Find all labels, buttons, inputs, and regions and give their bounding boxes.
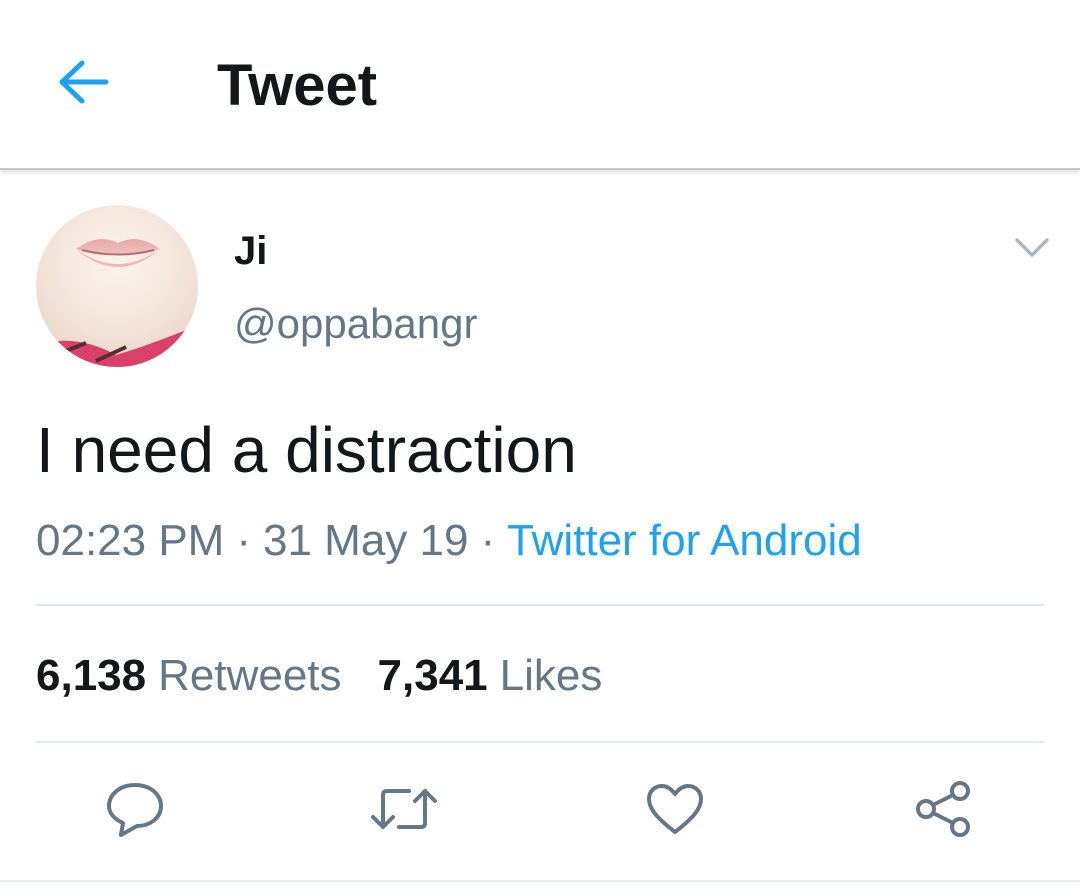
likes-stat[interactable]: 7,341 Likes <box>378 650 603 702</box>
tweet-stats: 6,138 Retweets 7,341 Likes <box>36 650 602 702</box>
back-button[interactable] <box>52 52 116 116</box>
page-title: Tweet <box>217 53 378 118</box>
tweet-date: 31 May 19 <box>263 516 469 565</box>
like-button[interactable] <box>639 775 711 847</box>
retweets-label: Retweets <box>158 651 342 700</box>
tweet-source-link[interactable]: Twitter for Android <box>507 516 862 565</box>
profile-photo <box>36 205 198 367</box>
tweet-menu-button[interactable] <box>1008 226 1056 274</box>
arrow-left-icon <box>58 60 110 109</box>
share-button[interactable] <box>908 775 980 847</box>
divider <box>36 604 1044 606</box>
tweet-time: 02:23 PM <box>36 516 225 565</box>
likes-count: 7,341 <box>377 651 488 700</box>
heart-icon <box>645 782 705 841</box>
reply-bubble-icon <box>105 781 165 842</box>
reply-button[interactable] <box>99 775 171 847</box>
divider <box>36 741 1044 743</box>
author-handle[interactable]: @oppabangr <box>234 300 478 348</box>
retweet-icon <box>369 783 439 840</box>
app-bar: Tweet <box>0 0 1080 170</box>
avatar[interactable] <box>36 205 198 367</box>
share-icon <box>914 779 974 844</box>
likes-label: Likes <box>499 651 603 700</box>
meta-separator: · <box>236 516 251 565</box>
chevron-down-icon <box>1014 237 1050 264</box>
retweets-count: 6,138 <box>36 651 147 700</box>
meta-separator: · <box>480 516 496 565</box>
author-display-name[interactable]: Ji <box>234 228 267 274</box>
tweet-meta: 02:23 PM · 31 May 19 · Twitter for Android <box>36 515 862 567</box>
retweets-stat[interactable]: 6,138 Retweets <box>36 650 342 702</box>
tweet-text: I need a distraction <box>36 414 577 486</box>
divider <box>0 880 1080 882</box>
retweet-button[interactable] <box>368 775 440 847</box>
